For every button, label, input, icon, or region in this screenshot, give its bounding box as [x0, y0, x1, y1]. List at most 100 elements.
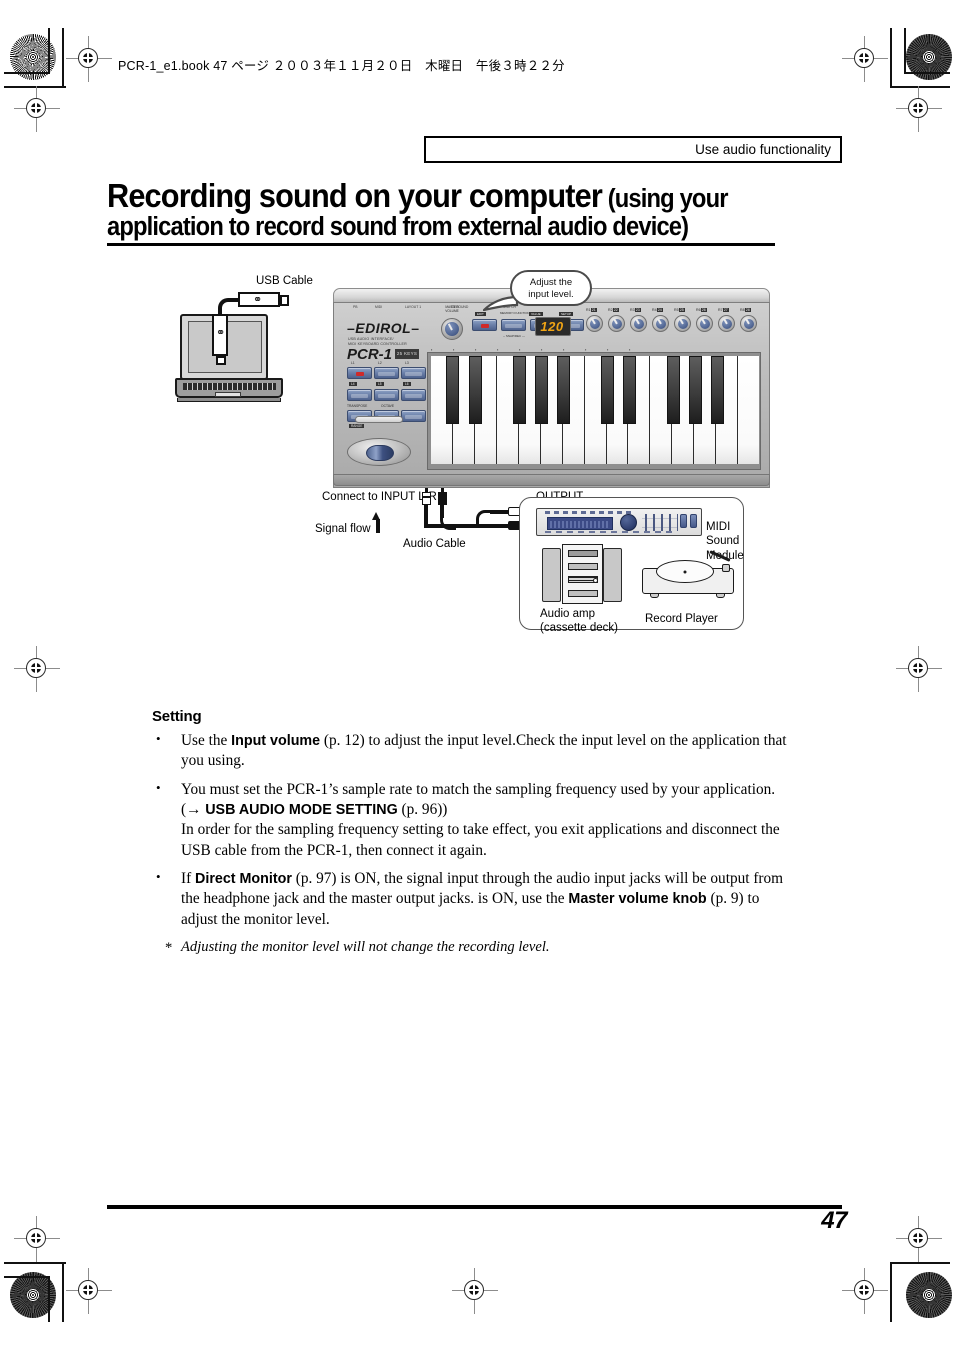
- audio-jack-left-white: [422, 488, 431, 505]
- jack-ring: [422, 496, 431, 498]
- amp-center-deck: [562, 544, 603, 604]
- fn-button-label-memory: MEMORY/ FUNCTION: [500, 311, 530, 315]
- black-key[interactable]: [601, 356, 614, 424]
- laptop-computer-illustration: [175, 314, 285, 406]
- page-number: 47: [821, 1207, 847, 1234]
- black-key[interactable]: [689, 356, 702, 424]
- amp-speaker-right: [603, 548, 622, 602]
- turntable-foot-left: [650, 593, 659, 598]
- black-key[interactable]: [513, 356, 526, 424]
- record-player-label: Record Player: [645, 613, 718, 625]
- deck-slot-2: [568, 563, 598, 570]
- modulation-strip[interactable]: [355, 416, 403, 423]
- knob-label-r8: R828: [740, 308, 751, 312]
- module-value-dial: [620, 514, 637, 531]
- callout-text: Adjust the input level.: [512, 277, 590, 301]
- edit-button[interactable]: [472, 319, 497, 331]
- left-button-label-l5: L5: [376, 382, 384, 386]
- running-head-text: Use audio functionality: [695, 142, 831, 157]
- deck-slot-4: [568, 590, 598, 597]
- edirol-brand-logo: –EDIROL–: [347, 320, 420, 336]
- crop-mark-tr-h2: [904, 72, 950, 74]
- running-head-box: Use audio functionality: [424, 136, 842, 163]
- record-player-illustration: [642, 550, 734, 606]
- black-key[interactable]: [711, 356, 724, 424]
- usb-connector-b-tip: [216, 356, 226, 365]
- deck-knob: [593, 578, 598, 583]
- assign-knob-r5[interactable]: [674, 315, 691, 332]
- left-button-l4[interactable]: [347, 389, 372, 401]
- page-title-main: Recording sound on your computer: [107, 177, 603, 214]
- crop-mark-tl-v2: [48, 28, 50, 74]
- black-key[interactable]: [469, 356, 482, 424]
- black-key[interactable]: [446, 356, 459, 424]
- left-button-l2[interactable]: [374, 367, 399, 379]
- black-key[interactable]: [623, 356, 636, 424]
- left-button-l2-cap: [378, 372, 395, 376]
- left-button-l6-cap: [405, 394, 422, 398]
- keybed[interactable]: [427, 352, 761, 470]
- laptop-base: [175, 378, 283, 398]
- deck-slot-1: [568, 550, 598, 557]
- memory-function-button[interactable]: [501, 319, 526, 331]
- module-bottom-silkscreen: [545, 531, 675, 533]
- turntable-platter: [656, 560, 714, 583]
- left-button-l1[interactable]: [347, 367, 372, 379]
- assign-knob-r4[interactable]: [652, 315, 669, 332]
- left-button-label-l4: L4: [349, 382, 357, 386]
- assign-knob-r2[interactable]: [608, 315, 625, 332]
- left-button-label-l6: L6: [403, 382, 411, 386]
- turntable-tonearm-base: [722, 564, 730, 572]
- audio-cable-wire-to-rca-top: [490, 510, 510, 514]
- registration-moire-top-right: [906, 34, 952, 80]
- pcr1-keyboard-controller: PB MIDI LAYOUT 1 S1 SOUND MIDI CH –EDIRO…: [333, 288, 770, 488]
- registration-cross-bottom-center: [452, 1268, 498, 1314]
- knob-label-r4: R424: [652, 308, 663, 312]
- black-key[interactable]: [535, 356, 548, 424]
- crop-mark-br-v: [890, 1262, 892, 1322]
- keyboard-bottom-edge: [333, 474, 770, 486]
- module-right-button-1: [680, 514, 687, 528]
- callout-text-l2: input level.: [528, 289, 574, 301]
- crop-mark-tr-v2: [904, 28, 906, 74]
- crop-mark-tl-v: [62, 28, 64, 88]
- usb-icon-a: ⚭: [253, 294, 263, 306]
- usb-connector-a-tip: [280, 295, 289, 306]
- bullet-text: In order for the sampling frequency sett…: [181, 821, 780, 859]
- left-button-label-l3: L3: [405, 361, 409, 365]
- assign-knob-r6[interactable]: [696, 315, 713, 332]
- page-title-line1: Recording sound on your computer (using …: [107, 178, 728, 214]
- panel-label-midi: MIDI: [375, 305, 383, 309]
- black-key[interactable]: [667, 356, 680, 424]
- pitch-bend-modulation-lever[interactable]: [366, 445, 394, 461]
- left-button-l9[interactable]: [401, 410, 426, 422]
- module-right-button-2: [690, 514, 697, 528]
- module-lcd-display: [547, 517, 613, 530]
- fn-button-label-edit: EDIT: [475, 312, 486, 316]
- registration-cross-upper-right: [896, 86, 942, 132]
- crop-mark-bl-v: [62, 1262, 64, 1322]
- panel-label-layout: LAYOUT 1: [405, 305, 422, 309]
- led-display-value: 120: [540, 319, 564, 334]
- assign-knob-r7[interactable]: [718, 315, 735, 332]
- assign-knob-r3[interactable]: [630, 315, 647, 332]
- range-label: RANGE: [349, 424, 365, 428]
- left-button-l5[interactable]: [374, 389, 399, 401]
- audio-amp-label-l1: Audio amp: [540, 608, 595, 620]
- master-volume-label-l2: VOLUME: [445, 309, 459, 313]
- registration-moire-bottom-right: [906, 1272, 952, 1318]
- black-key[interactable]: [557, 356, 570, 424]
- assign-knob-r1[interactable]: [586, 315, 603, 332]
- left-button-l6[interactable]: [401, 389, 426, 401]
- registration-cross-lower-right: [896, 1216, 942, 1262]
- assign-knob-r8[interactable]: [740, 315, 757, 332]
- usb-connector-type-b: ⚭: [212, 314, 228, 365]
- fn-button-label-setup: SETUP: [559, 312, 574, 316]
- left-button-l9-cap: [405, 415, 422, 419]
- registration-cross-upper-left: [14, 86, 60, 132]
- master-volume-knob[interactable]: [441, 318, 463, 340]
- left-button-l3[interactable]: [401, 367, 426, 379]
- knob-label-r5: R525: [674, 308, 685, 312]
- registration-moire-top-left: [10, 34, 56, 80]
- octave-label: OCTAVE: [381, 404, 395, 408]
